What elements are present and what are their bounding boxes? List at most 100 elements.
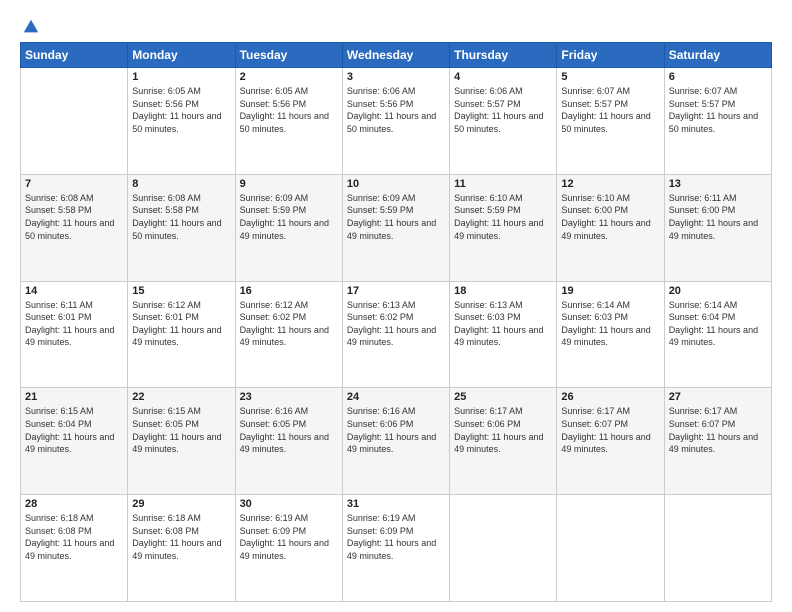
calendar-cell: 27 Sunrise: 6:17 AM Sunset: 6:07 PM Dayli… [664, 388, 771, 495]
calendar-cell: 29 Sunrise: 6:18 AM Sunset: 6:08 PM Dayli… [128, 495, 235, 602]
day-number: 25 [454, 391, 552, 403]
day-info: Sunrise: 6:07 AM Sunset: 5:57 PM Dayligh… [561, 85, 659, 135]
calendar-page: SundayMondayTuesdayWednesdayThursdayFrid… [0, 0, 792, 612]
calendar-cell: 1 Sunrise: 6:05 AM Sunset: 5:56 PM Daylig… [128, 68, 235, 175]
calendar-cell: 31 Sunrise: 6:19 AM Sunset: 6:09 PM Dayli… [342, 495, 449, 602]
calendar-cell: 14 Sunrise: 6:11 AM Sunset: 6:01 PM Dayli… [21, 281, 128, 388]
day-number: 26 [561, 391, 659, 403]
day-info: Sunrise: 6:16 AM Sunset: 6:06 PM Dayligh… [347, 405, 445, 455]
day-info: Sunrise: 6:05 AM Sunset: 5:56 PM Dayligh… [132, 85, 230, 135]
calendar-cell: 12 Sunrise: 6:10 AM Sunset: 6:00 PM Dayli… [557, 174, 664, 281]
day-info: Sunrise: 6:17 AM Sunset: 6:07 PM Dayligh… [561, 405, 659, 455]
day-number: 4 [454, 71, 552, 83]
day-info: Sunrise: 6:07 AM Sunset: 5:57 PM Dayligh… [669, 85, 767, 135]
calendar-table: SundayMondayTuesdayWednesdayThursdayFrid… [20, 42, 772, 602]
day-number: 2 [240, 71, 338, 83]
calendar-cell: 8 Sunrise: 6:08 AM Sunset: 5:58 PM Daylig… [128, 174, 235, 281]
day-number: 31 [347, 498, 445, 510]
day-number: 12 [561, 178, 659, 190]
day-info: Sunrise: 6:12 AM Sunset: 6:01 PM Dayligh… [132, 299, 230, 349]
day-info: Sunrise: 6:08 AM Sunset: 5:58 PM Dayligh… [25, 192, 123, 242]
day-number: 17 [347, 285, 445, 297]
day-number: 6 [669, 71, 767, 83]
day-info: Sunrise: 6:13 AM Sunset: 6:02 PM Dayligh… [347, 299, 445, 349]
logo-text [20, 18, 40, 36]
weekday-header-friday: Friday [557, 43, 664, 68]
calendar-cell: 5 Sunrise: 6:07 AM Sunset: 5:57 PM Daylig… [557, 68, 664, 175]
day-number: 16 [240, 285, 338, 297]
day-number: 29 [132, 498, 230, 510]
day-info: Sunrise: 6:17 AM Sunset: 6:07 PM Dayligh… [669, 405, 767, 455]
day-number: 30 [240, 498, 338, 510]
calendar-cell: 4 Sunrise: 6:06 AM Sunset: 5:57 PM Daylig… [450, 68, 557, 175]
day-number: 11 [454, 178, 552, 190]
calendar-cell: 3 Sunrise: 6:06 AM Sunset: 5:56 PM Daylig… [342, 68, 449, 175]
day-number: 14 [25, 285, 123, 297]
calendar-cell: 19Sunrise: 6:14 AM Sunset: 6:03 PM Dayli… [557, 281, 664, 388]
header [20, 18, 772, 32]
day-info: Sunrise: 6:06 AM Sunset: 5:56 PM Dayligh… [347, 85, 445, 135]
day-info: Sunrise: 6:11 AM Sunset: 6:00 PM Dayligh… [669, 192, 767, 242]
day-number: 5 [561, 71, 659, 83]
day-number: 8 [132, 178, 230, 190]
day-info: Sunrise: 6:09 AM Sunset: 5:59 PM Dayligh… [347, 192, 445, 242]
day-info: Sunrise: 6:18 AM Sunset: 6:08 PM Dayligh… [25, 512, 123, 562]
calendar-cell: 7 Sunrise: 6:08 AM Sunset: 5:58 PM Daylig… [21, 174, 128, 281]
day-info: Sunrise: 6:16 AM Sunset: 6:05 PM Dayligh… [240, 405, 338, 455]
calendar-cell [664, 495, 771, 602]
calendar-cell: 25Sunrise: 6:17 AM Sunset: 6:06 PM Dayli… [450, 388, 557, 495]
day-number: 15 [132, 285, 230, 297]
calendar-cell: 17 Sunrise: 6:13 AM Sunset: 6:02 PM Dayli… [342, 281, 449, 388]
weekday-header-saturday: Saturday [664, 43, 771, 68]
weekday-header-sunday: Sunday [21, 43, 128, 68]
day-info: Sunrise: 6:10 AM Sunset: 6:00 PM Dayligh… [561, 192, 659, 242]
calendar-cell: 21Sunrise: 6:15 AM Sunset: 6:04 PM Dayli… [21, 388, 128, 495]
day-info: Sunrise: 6:14 AM Sunset: 6:04 PM Dayligh… [669, 299, 767, 349]
weekday-header-monday: Monday [128, 43, 235, 68]
calendar-cell [557, 495, 664, 602]
day-number: 1 [132, 71, 230, 83]
day-number: 20 [669, 285, 767, 297]
day-number: 3 [347, 71, 445, 83]
week-row-0: 1 Sunrise: 6:05 AM Sunset: 5:56 PM Daylig… [21, 68, 772, 175]
day-info: Sunrise: 6:05 AM Sunset: 5:56 PM Dayligh… [240, 85, 338, 135]
weekday-header-row: SundayMondayTuesdayWednesdayThursdayFrid… [21, 43, 772, 68]
day-info: Sunrise: 6:14 AM Sunset: 6:03 PM Dayligh… [561, 299, 659, 349]
day-info: Sunrise: 6:08 AM Sunset: 5:58 PM Dayligh… [132, 192, 230, 242]
calendar-cell: 20 Sunrise: 6:14 AM Sunset: 6:04 PM Dayli… [664, 281, 771, 388]
calendar-cell: 9Sunrise: 6:09 AM Sunset: 5:59 PM Daylig… [235, 174, 342, 281]
calendar-cell: 13 Sunrise: 6:11 AM Sunset: 6:00 PM Dayli… [664, 174, 771, 281]
day-number: 27 [669, 391, 767, 403]
calendar-cell [21, 68, 128, 175]
calendar-cell: 24 Sunrise: 6:16 AM Sunset: 6:06 PM Dayli… [342, 388, 449, 495]
calendar-cell [450, 495, 557, 602]
day-number: 28 [25, 498, 123, 510]
day-number: 13 [669, 178, 767, 190]
day-info: Sunrise: 6:10 AM Sunset: 5:59 PM Dayligh… [454, 192, 552, 242]
calendar-cell: 18Sunrise: 6:13 AM Sunset: 6:03 PM Dayli… [450, 281, 557, 388]
day-info: Sunrise: 6:13 AM Sunset: 6:03 PM Dayligh… [454, 299, 552, 349]
calendar-cell: 15 Sunrise: 6:12 AM Sunset: 6:01 PM Dayli… [128, 281, 235, 388]
calendar-cell: 2 Sunrise: 6:05 AM Sunset: 5:56 PM Daylig… [235, 68, 342, 175]
calendar-cell: 10 Sunrise: 6:09 AM Sunset: 5:59 PM Dayli… [342, 174, 449, 281]
day-info: Sunrise: 6:19 AM Sunset: 6:09 PM Dayligh… [240, 512, 338, 562]
calendar-cell: 28 Sunrise: 6:18 AM Sunset: 6:08 PM Dayli… [21, 495, 128, 602]
day-number: 10 [347, 178, 445, 190]
day-number: 24 [347, 391, 445, 403]
calendar-cell: 26 Sunrise: 6:17 AM Sunset: 6:07 PM Dayli… [557, 388, 664, 495]
calendar-cell: 22 Sunrise: 6:15 AM Sunset: 6:05 PM Dayli… [128, 388, 235, 495]
day-info: Sunrise: 6:11 AM Sunset: 6:01 PM Dayligh… [25, 299, 123, 349]
week-row-2: 14 Sunrise: 6:11 AM Sunset: 6:01 PM Dayli… [21, 281, 772, 388]
day-info: Sunrise: 6:15 AM Sunset: 6:05 PM Dayligh… [132, 405, 230, 455]
week-row-3: 21Sunrise: 6:15 AM Sunset: 6:04 PM Dayli… [21, 388, 772, 495]
weekday-header-wednesday: Wednesday [342, 43, 449, 68]
day-info: Sunrise: 6:06 AM Sunset: 5:57 PM Dayligh… [454, 85, 552, 135]
day-info: Sunrise: 6:18 AM Sunset: 6:08 PM Dayligh… [132, 512, 230, 562]
day-info: Sunrise: 6:12 AM Sunset: 6:02 PM Dayligh… [240, 299, 338, 349]
day-info: Sunrise: 6:19 AM Sunset: 6:09 PM Dayligh… [347, 512, 445, 562]
day-info: Sunrise: 6:09 AM Sunset: 5:59 PM Dayligh… [240, 192, 338, 242]
day-number: 22 [132, 391, 230, 403]
day-number: 7 [25, 178, 123, 190]
calendar-cell: 16 Sunrise: 6:12 AM Sunset: 6:02 PM Dayli… [235, 281, 342, 388]
weekday-header-tuesday: Tuesday [235, 43, 342, 68]
